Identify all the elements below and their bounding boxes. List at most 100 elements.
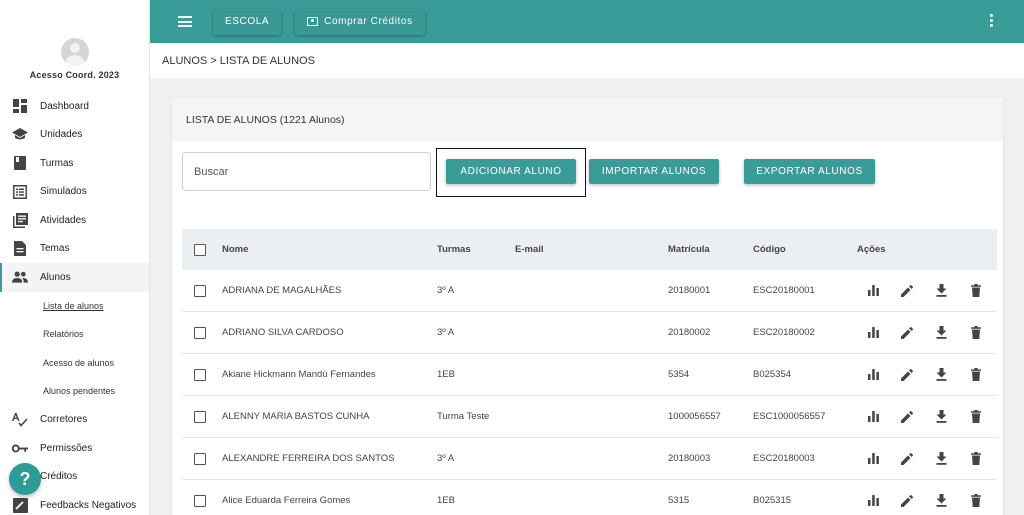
students-table: Nome Turmas E-mail Matrícula Código Açõe… bbox=[182, 229, 997, 515]
add-student-button[interactable]: ADICIONAR ALUNO bbox=[446, 159, 576, 184]
sidebar-subitem-acesso-de-alunos[interactable]: Acesso de alunos bbox=[0, 349, 149, 378]
cell-turma: 3º A bbox=[437, 285, 455, 296]
breadcrumb-text: ALUNOS > LISTA DE ALUNOS bbox=[162, 54, 315, 67]
header-turmas[interactable]: Turmas bbox=[437, 244, 471, 255]
header-matricula[interactable]: Matrícula bbox=[668, 244, 710, 255]
avatar[interactable] bbox=[60, 38, 89, 66]
edit-icon[interactable] bbox=[900, 284, 914, 298]
escola-button-label: ESCOLA bbox=[225, 16, 270, 27]
add-student-label: ADICIONAR ALUNO bbox=[460, 166, 562, 177]
sidebar-header bbox=[0, 0, 149, 35]
book-icon bbox=[12, 155, 28, 171]
sidebar-item-dashboard[interactable]: Dashboard bbox=[0, 92, 149, 121]
download-icon[interactable] bbox=[934, 494, 948, 508]
edit-icon[interactable] bbox=[900, 410, 914, 424]
menu-icon[interactable] bbox=[178, 14, 192, 30]
cell-matricula: 5354 bbox=[668, 369, 690, 380]
row-checkbox[interactable] bbox=[194, 368, 206, 381]
cell-nome: Akiane Hickmann Mandú Fernandes bbox=[222, 369, 376, 380]
top-app-bar: ESCOLA Comprar Créditos bbox=[150, 0, 1024, 43]
sidebar-item-simulados[interactable]: Simulados bbox=[0, 178, 149, 207]
cell-matricula: 5315 bbox=[668, 495, 690, 506]
table-row: Alice Eduarda Ferreira Gomes 1EB 5315 B0… bbox=[182, 480, 997, 515]
more-vert-icon[interactable] bbox=[990, 14, 994, 29]
cell-matricula: 20180002 bbox=[668, 327, 711, 338]
bar-chart-icon[interactable] bbox=[866, 452, 880, 466]
bar-chart-icon[interactable] bbox=[866, 326, 880, 340]
row-checkbox[interactable] bbox=[194, 284, 206, 297]
cell-matricula: 1000056557 bbox=[668, 411, 721, 422]
sidebar-subitem-label: Alunos pendentes bbox=[43, 386, 116, 397]
edit-icon[interactable] bbox=[900, 368, 914, 382]
delete-icon[interactable] bbox=[969, 410, 983, 424]
sidebar-item-permissoes[interactable]: Permissões bbox=[0, 434, 149, 463]
sidebar-item-label: Unidades bbox=[40, 129, 83, 141]
select-all-checkbox[interactable] bbox=[194, 243, 206, 256]
download-icon[interactable] bbox=[934, 326, 948, 340]
escola-button[interactable]: ESCOLA bbox=[213, 8, 282, 35]
sidebar-subitem-alunos-pendentes[interactable]: Alunos pendentes bbox=[0, 377, 149, 406]
card-title-text: LISTA DE ALUNOS (1221 Alunos) bbox=[186, 113, 345, 126]
sidebar-item-label: Créditos bbox=[40, 471, 78, 483]
edit-icon[interactable] bbox=[900, 452, 914, 466]
header-acoes: Ações bbox=[857, 244, 886, 255]
sidebar: Acesso Coord. 2023 Dashboard Unidades Tu… bbox=[0, 0, 150, 515]
delete-icon[interactable] bbox=[969, 326, 983, 340]
sidebar-item-corretores[interactable]: Corretores bbox=[0, 406, 149, 435]
bar-chart-icon[interactable] bbox=[866, 368, 880, 382]
delete-icon[interactable] bbox=[969, 494, 983, 508]
row-checkbox[interactable] bbox=[194, 326, 206, 339]
download-icon[interactable] bbox=[934, 284, 948, 298]
sidebar-item-turmas[interactable]: Turmas bbox=[0, 149, 149, 178]
spellcheck-icon bbox=[12, 412, 28, 428]
cell-matricula: 20180001 bbox=[668, 285, 711, 296]
sidebar-subitem-label: Acesso de alunos bbox=[43, 357, 115, 368]
cell-nome: ALEXANDRE FERREIRA DOS SANTOS bbox=[222, 453, 395, 464]
edit-icon[interactable] bbox=[900, 494, 914, 508]
edit-icon[interactable] bbox=[900, 326, 914, 340]
cell-matricula: 20180003 bbox=[668, 453, 711, 464]
cell-turma: 1EB bbox=[437, 369, 455, 380]
bar-chart-icon[interactable] bbox=[866, 284, 880, 298]
sidebar-item-unidades[interactable]: Unidades bbox=[0, 121, 149, 150]
header-nome[interactable]: Nome bbox=[222, 244, 248, 255]
header-codigo[interactable]: Código bbox=[753, 244, 786, 255]
sidebar-subitem-label: Lista de alunos bbox=[43, 300, 104, 311]
delete-icon[interactable] bbox=[969, 368, 983, 382]
sidebar-item-temas[interactable]: Temas bbox=[0, 235, 149, 264]
delete-icon[interactable] bbox=[969, 284, 983, 298]
help-button[interactable]: ? bbox=[9, 463, 41, 495]
row-checkbox[interactable] bbox=[194, 494, 206, 507]
delete-icon[interactable] bbox=[969, 452, 983, 466]
list-icon bbox=[12, 184, 28, 200]
cell-turma: 1EB bbox=[437, 495, 455, 506]
sidebar-item-label: Feedbacks Negativos bbox=[40, 499, 137, 511]
download-icon[interactable] bbox=[934, 410, 948, 424]
sidebar-item-label: Atividades bbox=[40, 214, 87, 226]
cell-nome: Alice Eduarda Ferreira Gomes bbox=[222, 495, 351, 506]
cell-codigo: ESC20180002 bbox=[753, 327, 815, 338]
sidebar-subitem-relatorios[interactable]: Relatórios bbox=[0, 320, 149, 349]
cell-nome: ADRIANO SILVA CARDOSO bbox=[222, 327, 344, 338]
import-students-button[interactable]: IMPORTAR ALUNOS bbox=[589, 159, 719, 184]
profile-name: Acesso Coord. 2023 bbox=[29, 70, 120, 80]
row-checkbox[interactable] bbox=[194, 410, 206, 423]
cell-codigo: ESC1000056557 bbox=[753, 411, 826, 422]
cell-turma: 3º A bbox=[437, 453, 455, 464]
sidebar-item-alunos[interactable]: Alunos bbox=[0, 263, 149, 292]
bar-chart-icon[interactable] bbox=[866, 494, 880, 508]
table-body: ADRIANA DE MAGALHÃES 3º A 20180001 ESC20… bbox=[182, 270, 997, 515]
breadcrumb: ALUNOS > LISTA DE ALUNOS bbox=[150, 43, 1024, 78]
download-icon[interactable] bbox=[934, 368, 948, 382]
bar-chart-icon[interactable] bbox=[866, 410, 880, 424]
header-email[interactable]: E-mail bbox=[515, 244, 544, 255]
download-icon[interactable] bbox=[934, 452, 948, 466]
sidebar-subitem-lista-de-alunos[interactable]: Lista de alunos bbox=[0, 292, 149, 321]
sidebar-item-atividades[interactable]: Atividades bbox=[0, 206, 149, 235]
search-input[interactable] bbox=[182, 152, 431, 191]
export-students-button[interactable]: EXPORTAR ALUNOS bbox=[744, 159, 875, 184]
cell-turma: Turma Teste bbox=[437, 411, 490, 422]
comprar-creditos-button[interactable]: Comprar Créditos bbox=[295, 8, 425, 35]
row-checkbox[interactable] bbox=[194, 452, 206, 465]
sidebar-item-label: Corretores bbox=[40, 414, 88, 426]
